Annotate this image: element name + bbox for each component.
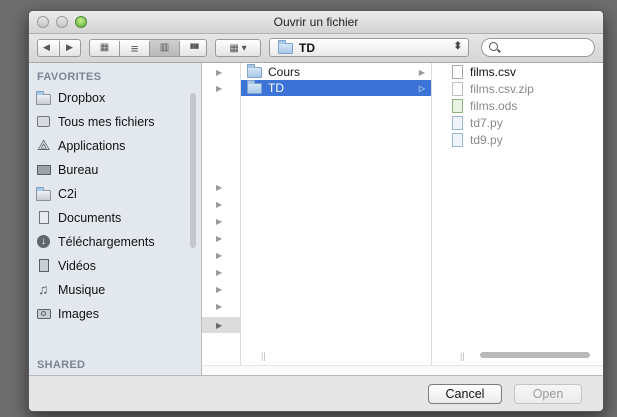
disclosure-arrow-icon: ▶ [216,84,223,93]
sidebar-item-movies[interactable]: Vidéos [36,255,96,277]
column-resize-handle[interactable]: || [460,351,465,361]
back-button[interactable]: ◀ [43,42,50,53]
forward-button[interactable]: ▶ [66,42,73,53]
disclosure-arrow-icon: ▶ [216,234,223,243]
toolbar: ◀ ▶ ▦ ≡ ▥ ▮▮▮ ▦ ▾ TD ⬍ [29,34,603,63]
item-label: films.ods [470,99,518,113]
icon-view-button[interactable]: ▦ [90,42,119,53]
shared-header: SHARED [37,359,86,371]
disclosure-arrow-icon: ▶ [216,321,223,330]
sidebar: FAVORITES Dropbox Tous mes fichiers ⟁ Ap… [29,63,202,375]
sidebar-item-downloads[interactable]: ↓ Téléchargements [36,231,155,253]
horizontal-scrollbar[interactable] [480,352,590,358]
path-popup[interactable]: TD ⬍ [269,38,469,57]
sidebar-item-label: C2i [58,187,77,201]
search-input[interactable] [504,40,588,56]
title-bar: Ouvrir un fichier [29,11,603,34]
favorites-header: FAVORITES [37,71,102,83]
selected-row-placeholder: ▶ [202,317,240,333]
file-icon [452,65,463,79]
spreadsheet-file-icon [452,99,463,113]
disclosure-arrow-icon: ▶ [216,268,223,277]
sidebar-item-music[interactable]: ♫ Musique [36,279,105,301]
column-view-button[interactable]: ▥ [150,40,179,56]
sidebar-item-label: Tous mes fichiers [58,115,155,129]
list-item[interactable]: films.csv [432,64,603,80]
disclosure-arrow-icon: ▷ [418,84,425,93]
folder-icon [278,40,293,54]
python-file-icon [452,116,463,130]
folder-icon [247,80,262,94]
list-item-selected[interactable]: TD ▷ [241,80,431,96]
disclosure-arrow-icon: ▶ [418,68,425,77]
search-field[interactable] [481,38,595,57]
item-label: TD [268,81,284,95]
list-item: td9.py [432,132,603,148]
list-item: films.csv.zip [432,81,603,97]
disclosure-arrow-icon: ▶ [216,68,223,77]
sidebar-item-applications[interactable]: ⟁ Applications [36,135,125,157]
open-button[interactable]: Open [514,384,582,404]
folder-icon [36,187,52,201]
arrange-button[interactable]: ▦ ▾ [215,39,261,57]
sidebar-item-label: Dropbox [58,91,106,105]
zip-file-icon [452,82,463,96]
popup-arrows-icon: ⬍ [453,41,462,52]
path-folder-label: TD [299,41,315,55]
python-file-icon [452,133,463,147]
pictures-icon [36,307,52,321]
list-item[interactable]: Cours ▶ [241,64,431,80]
sidebar-item-c2i[interactable]: C2i [36,183,77,205]
browser-column-1: ▶ ▶ ▶ ▶ ▶ ▶ ▶ ▶ ▶ ▶ ▶ [202,63,241,365]
sidebar-item-label: Musique [58,283,106,297]
open-file-dialog: Ouvrir un fichier ◀ ▶ ▦ ≡ ▥ ▮▮▮ ▦ ▾ TD ⬍ [28,10,604,412]
disclosure-arrow-icon: ▶ [216,302,223,311]
column-resize-handle[interactable]: || [261,351,266,361]
desktop-icon [36,163,52,177]
sidebar-item-label: Bureau [58,163,99,177]
cancel-button[interactable]: Cancel [428,384,502,404]
coverflow-view-button[interactable]: ▮▮▮ [180,42,208,50]
arrange-label: ▦ ▾ [229,42,247,54]
window-title: Ouvrir un fichier [273,15,359,29]
item-label: td9.py [470,133,503,147]
disclosure-arrow-icon: ▶ [216,183,223,192]
folder-icon [36,91,52,105]
sidebar-item-dropbox[interactable]: Dropbox [36,87,105,109]
sidebar-item-label: Vidéos [58,259,96,273]
item-label: films.csv.zip [470,82,534,96]
list-item: films.ods [432,98,603,114]
dialog-footer: Cancel Open [29,375,603,411]
all-files-icon [36,115,52,129]
disclosure-arrow-icon: ▶ [216,285,223,294]
item-label: Cours [268,65,301,79]
disclosure-arrow-icon: ▶ [216,200,223,209]
view-mode-control: ▦ ≡ ▥ ▮▮▮ [89,39,207,57]
sidebar-item-label: Téléchargements [58,235,155,249]
item-label: films.csv [470,65,516,79]
list-item: td7.py [432,115,603,131]
item-label: td7.py [470,116,503,130]
folder-icon [247,64,262,78]
sidebar-item-label: Documents [58,211,122,225]
sidebar-item-label: Images [58,307,99,321]
sidebar-scrollbar[interactable] [190,93,196,248]
sidebar-item-all-files[interactable]: Tous mes fichiers [36,111,155,133]
disclosure-arrow-icon: ▶ [216,251,223,260]
sidebar-item-pictures[interactable]: Images [36,303,99,325]
sidebar-item-label: Applications [58,139,126,153]
disclosure-arrow-icon: ▶ [216,217,223,226]
downloads-icon: ↓ [36,235,52,249]
sidebar-item-desktop[interactable]: Bureau [36,159,98,181]
back-forward-control: ◀ ▶ [37,39,81,57]
documents-icon [36,211,52,225]
sidebar-item-documents[interactable]: Documents [36,207,121,229]
browser-column-3: films.csv films.csv.zip films.ods td7.py… [432,63,603,365]
browser-column-2: Cours ▶ TD ▷ || [241,63,432,365]
movies-icon [36,259,52,273]
list-view-button[interactable]: ≡ [120,41,149,56]
music-icon: ♫ [38,281,49,297]
applications-icon: ⟁ [37,137,51,154]
